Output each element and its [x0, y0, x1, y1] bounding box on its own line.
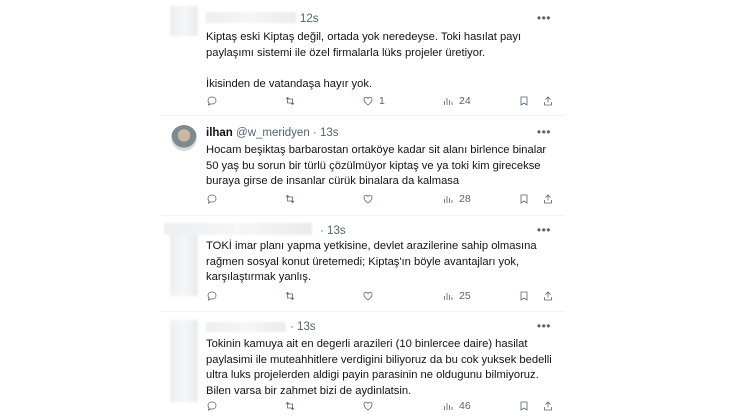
- reply-feed: 12s ••• Kiptaş eski Kiptaş değil, ortada…: [160, 0, 565, 420]
- like-icon: [363, 401, 373, 411]
- views-icon: [444, 403, 453, 410]
- share-icon: [544, 291, 552, 301]
- avatar[interactable]: [170, 320, 198, 402]
- like-button[interactable]: [362, 193, 374, 205]
- retweet-button[interactable]: [284, 95, 296, 107]
- tweet-header: · 13s: [320, 225, 346, 237]
- retweet-icon: [285, 401, 295, 411]
- avatar[interactable]: [170, 6, 198, 36]
- tweet[interactable]: 12s ••• Kiptaş eski Kiptaş değil, ortada…: [160, 0, 565, 116]
- views-button[interactable]: 46: [442, 400, 471, 412]
- more-options-button[interactable]: •••: [537, 319, 551, 333]
- reply-icon: [207, 96, 217, 106]
- views-button[interactable]: 24: [442, 95, 471, 107]
- share-button[interactable]: [542, 193, 554, 205]
- share-icon: [544, 194, 552, 204]
- share-button[interactable]: [542, 290, 554, 302]
- views-icon: [444, 293, 453, 300]
- like-count: 1: [379, 95, 385, 107]
- reply-icon: [207, 401, 217, 411]
- redacted-username: [164, 223, 312, 235]
- more-options-button[interactable]: •••: [537, 223, 551, 237]
- views-button[interactable]: 28: [442, 193, 471, 205]
- bookmark-button[interactable]: [518, 290, 530, 302]
- like-icon: [363, 291, 373, 301]
- tweet-header: · 13s: [290, 321, 316, 333]
- tweet-text: Hocam beşiktaş barbarostan ortaköye kada…: [206, 144, 547, 187]
- retweet-button[interactable]: [284, 193, 296, 205]
- handle[interactable]: @w_meridyen: [236, 127, 310, 139]
- bookmark-icon: [520, 291, 528, 301]
- views-count: 46: [459, 400, 471, 412]
- more-options-button[interactable]: •••: [537, 125, 551, 139]
- views-icon: [444, 196, 453, 203]
- tweet-text: Kiptaş eski Kiptaş değil, ortada yok ner…: [206, 31, 522, 90]
- avatar[interactable]: [171, 125, 197, 151]
- bookmark-button[interactable]: [518, 95, 530, 107]
- tweet[interactable]: ilhan @w_meridyen · 13s ••• Hocam beşikt…: [160, 116, 565, 216]
- tweet-time[interactable]: 12s: [300, 13, 319, 25]
- retweet-button[interactable]: [284, 400, 296, 412]
- bookmark-button[interactable]: [518, 400, 530, 412]
- share-button[interactable]: [542, 400, 554, 412]
- retweet-button[interactable]: [284, 290, 296, 302]
- tweet-time[interactable]: 13s: [297, 321, 316, 333]
- like-icon: [363, 194, 373, 204]
- more-options-button[interactable]: •••: [537, 11, 551, 25]
- avatar[interactable]: [170, 230, 198, 296]
- reply-icon: [207, 291, 217, 301]
- separator: ·: [320, 225, 324, 237]
- tweet-time[interactable]: 13s: [327, 225, 346, 237]
- bookmark-icon: [520, 401, 528, 411]
- tweet-actions: 1 24: [206, 95, 552, 111]
- views-count: 25: [459, 290, 471, 302]
- separator: ·: [290, 321, 294, 333]
- bookmark-button[interactable]: [518, 193, 530, 205]
- display-name[interactable]: ilhan: [206, 127, 233, 139]
- like-button[interactable]: [362, 290, 374, 302]
- reply-icon: [207, 194, 217, 204]
- redacted-username: [206, 322, 286, 332]
- tweet-header: ilhan @w_meridyen · 13s: [206, 127, 339, 139]
- reply-button[interactable]: [206, 400, 218, 412]
- tweet-actions: 46: [206, 400, 552, 416]
- tweet-actions: 28: [206, 193, 552, 209]
- bookmark-icon: [520, 96, 528, 106]
- redacted-username: [206, 12, 296, 23]
- views-count: 24: [459, 95, 471, 107]
- like-icon: [363, 96, 373, 106]
- tweet-header: 12s: [300, 13, 319, 25]
- reply-button[interactable]: [206, 193, 218, 205]
- reply-button[interactable]: [206, 290, 218, 302]
- share-button[interactable]: [542, 95, 554, 107]
- tweet-text: TOKİ imar planı yapma yetkisine, devlet …: [206, 240, 537, 283]
- retweet-icon: [285, 194, 295, 204]
- retweet-icon: [285, 96, 295, 106]
- tweet-time[interactable]: 13s: [320, 127, 339, 139]
- separator: ·: [312, 127, 317, 139]
- reply-button[interactable]: [206, 95, 218, 107]
- like-button[interactable]: 1: [362, 95, 385, 107]
- views-count: 28: [459, 193, 471, 205]
- retweet-icon: [285, 291, 295, 301]
- bookmark-icon: [520, 194, 528, 204]
- tweet[interactable]: · 13s ••• TOKİ imar planı yapma yetkisin…: [160, 216, 565, 312]
- tweet-text: Tokinin kamuya ait en degerli arazileri …: [206, 338, 552, 397]
- share-icon: [544, 96, 552, 106]
- like-button[interactable]: [362, 400, 374, 412]
- tweet[interactable]: · 13s ••• Tokinin kamuya ait en degerli …: [160, 312, 565, 420]
- tweet-actions: 25: [206, 290, 552, 306]
- views-button[interactable]: 25: [442, 290, 471, 302]
- share-icon: [544, 401, 552, 411]
- views-icon: [444, 98, 453, 105]
